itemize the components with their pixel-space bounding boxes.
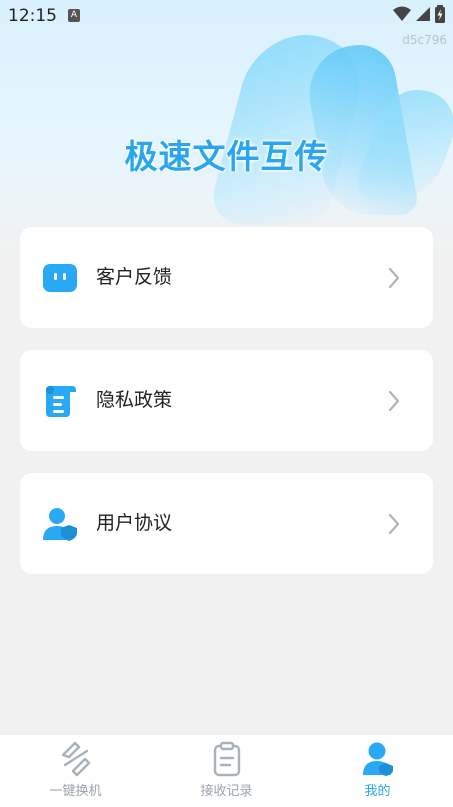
tab-label: 接收记录 bbox=[200, 784, 253, 799]
chevron-right-icon bbox=[388, 390, 400, 412]
chevron-right-icon bbox=[388, 513, 400, 535]
bottom-tab-bar: 一键换机 接收记录 我的 bbox=[0, 734, 453, 807]
tab-mine[interactable]: 我的 bbox=[302, 735, 453, 807]
watermark-text: d5c796 bbox=[402, 33, 447, 47]
menu-item-label: 客户反馈 bbox=[96, 266, 173, 288]
tab-label: 一键换机 bbox=[49, 784, 102, 799]
swap-phone-icon bbox=[61, 741, 90, 777]
status-bar: 12:15 A bbox=[0, 0, 453, 32]
scroll-document-icon bbox=[46, 386, 76, 417]
profile-icon bbox=[362, 742, 393, 776]
status-time: 12:15 bbox=[8, 6, 57, 26]
tab-receive-records[interactable]: 接收记录 bbox=[151, 735, 302, 807]
chat-bubble-icon bbox=[43, 264, 77, 292]
menu-item-label: 用户协议 bbox=[96, 512, 173, 534]
menu-item-label: 隐私政策 bbox=[96, 389, 173, 411]
menu-item-feedback[interactable]: 客户反馈 bbox=[20, 227, 433, 328]
menu-item-privacy-policy[interactable]: 隐私政策 bbox=[20, 350, 433, 451]
clipboard-icon bbox=[213, 741, 240, 777]
wifi-icon bbox=[393, 6, 411, 21]
chevron-right-icon bbox=[388, 267, 400, 289]
user-shield-icon bbox=[43, 508, 77, 541]
battery-icon bbox=[435, 5, 445, 23]
tab-one-click-switch[interactable]: 一键换机 bbox=[0, 735, 151, 807]
hero-title: 极速文件互传 bbox=[124, 137, 329, 176]
tab-label: 我的 bbox=[364, 784, 391, 799]
keyboard-a-icon: A bbox=[68, 9, 80, 22]
menu-item-user-agreement[interactable]: 用户协议 bbox=[20, 473, 433, 574]
signal-icon bbox=[416, 7, 430, 21]
